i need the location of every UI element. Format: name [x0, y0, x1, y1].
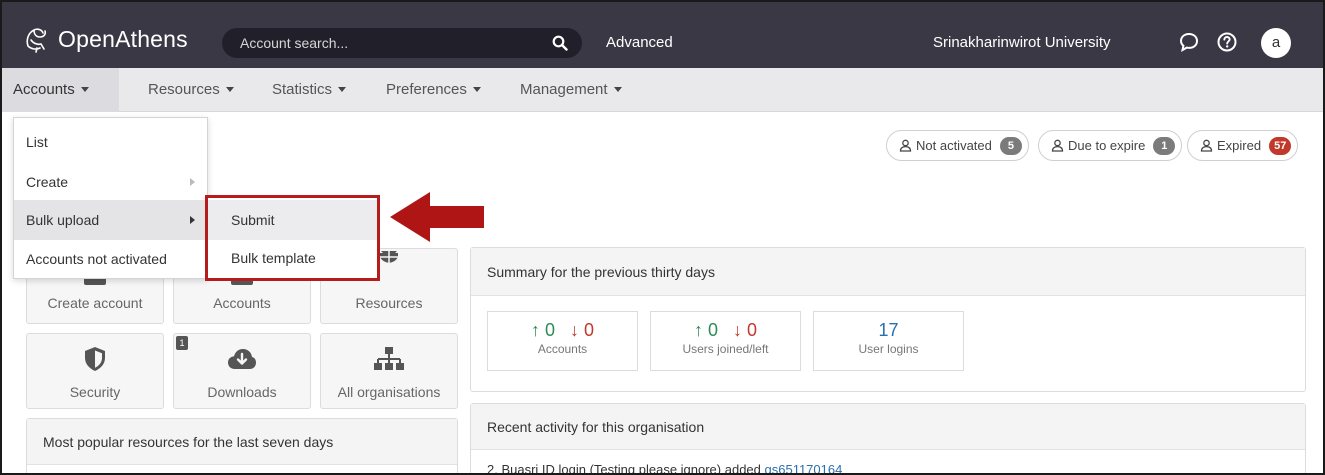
logins-stat-label: User logins: [858, 342, 919, 356]
advanced-search-link[interactable]: Advanced: [606, 34, 673, 51]
menu-item-accounts-not-activated[interactable]: Accounts not activated: [14, 239, 207, 279]
shield-icon: [85, 347, 105, 371]
arrow-up-icon: ↑: [693, 320, 703, 340]
openathens-logo-icon: [26, 28, 47, 53]
accounts-dropdown-menu: List Create Bulk upload Accounts not act…: [13, 117, 208, 279]
expired-chip[interactable]: Expired 57: [1187, 130, 1299, 161]
due-to-expire-count: 1: [1153, 136, 1176, 155]
accounts-tile-label: Accounts: [213, 295, 271, 311]
person-icon: [1200, 139, 1213, 152]
menu-item-list-label: List: [26, 134, 48, 150]
menu-item-create[interactable]: Create: [14, 162, 207, 202]
caret-down-icon: [80, 87, 89, 92]
summary-panel: Summary for the previous thirty days ↑ 0…: [470, 247, 1306, 392]
logins-stat: 17 User logins: [813, 311, 964, 371]
not-activated-label: Not activated: [916, 138, 992, 153]
not-activated-chip[interactable]: Not activated 5: [886, 130, 1029, 161]
org-chart-icon: [374, 347, 404, 370]
activity-entry: 2. Buasri ID login (Testing please ignor…: [487, 462, 843, 475]
nav-management[interactable]: Management: [520, 68, 622, 112]
all-organisations-tile[interactable]: All organisations: [320, 333, 458, 409]
account-search: [222, 28, 582, 58]
accounts-up-value: 0: [544, 320, 555, 340]
menu-item-accounts-not-activated-label: Accounts not activated: [26, 251, 167, 267]
submenu-item-submit[interactable]: Submit: [208, 200, 377, 240]
nav-accounts[interactable]: Accounts: [2, 68, 119, 112]
users-stat-values: ↑ 0 ↓ 0: [651, 320, 800, 341]
user-avatar[interactable]: a: [1261, 28, 1291, 58]
accounts-stat-label: Accounts: [537, 342, 588, 356]
expired-count: 57: [1269, 136, 1292, 155]
nav-resources[interactable]: Resources: [148, 68, 234, 112]
submenu-item-submit-label: Submit: [231, 212, 275, 228]
accounts-stat: ↑ 0 ↓ 0 Accounts: [487, 311, 638, 371]
resources-tile-label: Resources: [355, 295, 423, 311]
cloud-download-icon: [228, 349, 256, 369]
nav-resources-label: Resources: [148, 81, 220, 98]
menu-item-create-label: Create: [26, 174, 69, 190]
popular-resources-panel: Most popular resources for the last seve…: [26, 418, 458, 473]
chat-bubble-icon[interactable]: [1178, 31, 1200, 53]
caret-down-icon: [613, 87, 622, 92]
users-stat: ↑ 0 ↓ 0 Users joined/left: [650, 311, 801, 371]
recent-activity-panel: Recent activity for this organisation 2.…: [470, 403, 1306, 475]
search-icon[interactable]: [552, 35, 568, 51]
main-nav: Accounts Resources Statistics Preference…: [2, 68, 1323, 112]
nav-preferences[interactable]: Preferences: [386, 68, 481, 112]
security-tile-label: Security: [69, 384, 121, 400]
logins-stat-value: 17: [878, 320, 899, 340]
menu-item-bulk-upload[interactable]: Bulk upload: [14, 200, 207, 240]
create-account-label: Create account: [47, 295, 143, 311]
recent-activity-title: Recent activity for this organisation: [471, 404, 1305, 450]
users-down-value: 0: [747, 320, 758, 340]
activity-entry-text: 2. Buasri ID login (Testing please ignor…: [487, 462, 765, 475]
nav-management-label: Management: [520, 81, 608, 98]
accounts-stat-values: ↑ 0 ↓ 0: [488, 320, 637, 341]
downloads-notification-count: 1: [176, 336, 188, 350]
nav-preferences-label: Preferences: [386, 81, 467, 98]
help-icon[interactable]: [1216, 31, 1238, 53]
logo-text: OpenAthens: [58, 25, 188, 52]
security-tile[interactable]: Security: [26, 333, 164, 409]
arrow-down-icon: ↓: [570, 320, 579, 340]
activity-entry-link[interactable]: gs651170164: [765, 462, 843, 473]
chevron-right-icon: [190, 178, 195, 186]
caret-down-icon: [472, 87, 481, 92]
all-organisations-tile-label: All organisations: [337, 384, 441, 400]
menu-item-bulk-upload-label: Bulk upload: [26, 212, 100, 228]
nav-accounts-label: Accounts: [13, 81, 75, 98]
summary-title: Summary for the previous thirty days: [471, 248, 1305, 296]
popular-resources-title: Most popular resources for the last seve…: [27, 419, 457, 465]
users-up-value: 0: [707, 320, 718, 340]
nav-statistics-label: Statistics: [272, 81, 333, 98]
chevron-right-icon: [190, 216, 195, 224]
app-window: OpenAthens Advanced Srinakharinwirot Uni…: [0, 0, 1325, 475]
top-bar: OpenAthens Advanced Srinakharinwirot Uni…: [2, 2, 1323, 68]
not-activated-count: 5: [999, 136, 1022, 155]
account-search-input[interactable]: [240, 28, 530, 58]
organisation-name[interactable]: Srinakharinwirot University: [933, 34, 1111, 51]
red-arrow-icon: [390, 192, 484, 242]
due-to-expire-chip[interactable]: Due to expire 1: [1038, 130, 1183, 161]
caret-down-icon: [225, 87, 234, 92]
users-stat-label: Users joined/left: [682, 342, 769, 356]
person-icon: [1051, 139, 1064, 152]
downloads-tile-label: Downloads: [207, 384, 277, 400]
caret-down-icon: [338, 87, 347, 92]
bulk-upload-submenu: Submit Bulk template: [205, 195, 380, 281]
openathens-logo[interactable]: OpenAthens: [22, 24, 188, 54]
arrow-up-icon: ↑: [530, 320, 540, 340]
arrow-down-icon: ↓: [733, 320, 742, 340]
due-to-expire-label: Due to expire: [1068, 138, 1146, 153]
downloads-tile[interactable]: 1 Downloads: [173, 333, 311, 409]
accounts-down-value: 0: [584, 320, 595, 340]
submenu-item-bulk-template-label: Bulk template: [231, 250, 316, 266]
menu-item-list[interactable]: List: [14, 122, 207, 162]
nav-statistics[interactable]: Statistics: [272, 68, 347, 112]
expired-label: Expired: [1217, 138, 1262, 153]
person-icon: [899, 139, 912, 152]
submenu-item-bulk-template[interactable]: Bulk template: [208, 238, 377, 278]
